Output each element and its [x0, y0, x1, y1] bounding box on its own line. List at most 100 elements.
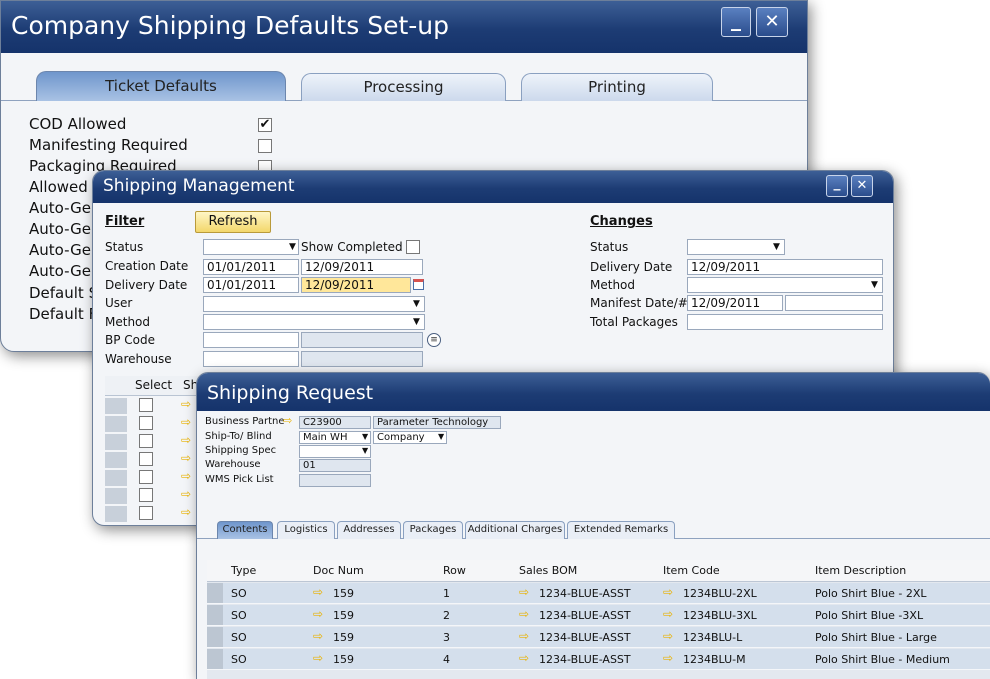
column-header-select[interactable]: Select	[135, 378, 172, 392]
table-row[interactable]: SO ⇨ 159 4 ⇨ 1234-BLUE-ASST ⇨ 1234BLU-M …	[207, 649, 990, 670]
cell-sales-bom: 1234-BLUE-ASST	[539, 653, 631, 666]
delivery-date-to[interactable]: 12/09/2011	[301, 277, 411, 293]
tab-additional-charges[interactable]: Additional Charges	[465, 521, 565, 539]
creation-date-from[interactable]: 01/01/2011	[203, 259, 299, 275]
tab-extended-remarks[interactable]: Extended Remarks	[567, 521, 675, 539]
shipping-spec-select[interactable]	[299, 445, 371, 458]
title-bar[interactable]: Shipping Management _ ✕	[93, 171, 893, 203]
manifesting-required-checkbox[interactable]	[258, 139, 272, 153]
cell-row: 3	[443, 631, 450, 644]
cell-row: 4	[443, 653, 450, 666]
calendar-icon[interactable]	[413, 279, 424, 290]
show-completed-checkbox[interactable]	[406, 240, 420, 254]
filter-heading: Filter	[105, 214, 145, 229]
link-arrow-icon[interactable]: ⇨	[313, 629, 323, 643]
link-arrow-icon[interactable]: ⇨	[283, 414, 292, 427]
link-arrow-icon[interactable]: ⇨	[663, 651, 673, 665]
link-arrow-icon[interactable]: ⇨	[313, 607, 323, 621]
changes-manifest-number[interactable]	[785, 295, 883, 311]
link-arrow-icon[interactable]: ⇨	[181, 451, 191, 465]
table-row[interactable]: SO ⇨ 159 3 ⇨ 1234-BLUE-ASST ⇨ 1234BLU-L …	[207, 627, 990, 648]
creation-date-to[interactable]: 12/09/2011	[301, 259, 423, 275]
link-arrow-icon[interactable]: ⇨	[519, 651, 529, 665]
column-header-type[interactable]: Type	[231, 564, 256, 577]
chevron-down-icon: ▼	[438, 432, 445, 441]
user-select[interactable]	[203, 296, 425, 312]
row-select-checkbox[interactable]	[139, 398, 153, 412]
list-button-icon[interactable]: ≡	[427, 333, 441, 347]
link-arrow-icon[interactable]: ⇨	[313, 651, 323, 665]
tab-printing[interactable]: Printing	[521, 73, 713, 101]
row-select-checkbox[interactable]	[139, 470, 153, 484]
user-label: User	[105, 296, 133, 310]
row-select-checkbox[interactable]	[139, 434, 153, 448]
changes-delivery-date[interactable]: 12/09/2011	[687, 259, 883, 275]
chevron-down-icon: ▼	[289, 242, 296, 252]
ship-to-select[interactable]: Main WH	[299, 431, 371, 444]
tab-addresses[interactable]: Addresses	[337, 521, 401, 539]
status-label: Status	[105, 240, 144, 254]
link-arrow-icon[interactable]: ⇨	[181, 487, 191, 501]
link-arrow-icon[interactable]: ⇨	[519, 629, 529, 643]
warehouse-field[interactable]: 01	[299, 459, 371, 472]
changes-manifest-date[interactable]: 12/09/2011	[687, 295, 783, 311]
tab-packages[interactable]: Packages	[403, 521, 463, 539]
row-select-checkbox[interactable]	[139, 488, 153, 502]
link-arrow-icon[interactable]: ⇨	[519, 585, 529, 599]
tab-contents[interactable]: Contents	[217, 521, 273, 539]
method-select[interactable]	[203, 314, 425, 330]
warehouse-input[interactable]	[203, 351, 299, 367]
link-arrow-icon[interactable]: ⇨	[519, 607, 529, 621]
link-arrow-icon[interactable]: ⇨	[181, 397, 191, 411]
link-arrow-icon[interactable]: ⇨	[181, 505, 191, 519]
link-arrow-icon[interactable]: ⇨	[181, 469, 191, 483]
title-bar[interactable]: Company Shipping Defaults Set-up _ ✕	[1, 1, 807, 53]
default-row-label: Allowed	[29, 178, 88, 196]
cell-item-code: 1234BLU-M	[683, 653, 746, 666]
column-header-item-description[interactable]: Item Description	[815, 564, 906, 577]
column-header-item-code[interactable]: Item Code	[663, 564, 720, 577]
row-select-checkbox[interactable]	[139, 416, 153, 430]
link-arrow-icon[interactable]: ⇨	[663, 607, 673, 621]
column-header-doc-num[interactable]: Doc Num	[313, 564, 364, 577]
tab-processing[interactable]: Processing	[301, 73, 506, 101]
status-select[interactable]	[203, 239, 299, 255]
row-select-checkbox[interactable]	[139, 506, 153, 520]
changes-status-select[interactable]	[687, 239, 785, 255]
changes-total-packages[interactable]	[687, 314, 883, 330]
close-button[interactable]: ✕	[756, 7, 788, 37]
chevron-down-icon: ▼	[773, 242, 780, 252]
cell-row: 1	[443, 587, 450, 600]
close-button[interactable]: ✕	[851, 175, 873, 197]
default-row-label: Auto-Ge	[29, 220, 91, 238]
link-arrow-icon[interactable]: ⇨	[181, 433, 191, 447]
wms-pick-list-label: WMS Pick List	[205, 474, 274, 485]
shipping-request-window: Shipping Request Business Partne ⇨ C2390…	[196, 372, 990, 679]
blind-select[interactable]: Company	[373, 431, 447, 444]
link-arrow-icon[interactable]: ⇨	[181, 415, 191, 429]
delivery-date-from[interactable]: 01/01/2011	[203, 277, 299, 293]
business-partner-code[interactable]: C23900	[299, 416, 371, 429]
default-row-label: Default F	[29, 305, 98, 323]
cell-item-code: 1234BLU-2XL	[683, 587, 757, 600]
column-header-sales-bom[interactable]: Sales BOM	[519, 564, 577, 577]
link-arrow-icon[interactable]: ⇨	[313, 585, 323, 599]
refresh-button[interactable]: Refresh	[195, 211, 271, 233]
row-select-checkbox[interactable]	[139, 452, 153, 466]
link-arrow-icon[interactable]: ⇨	[663, 585, 673, 599]
default-row-label: Auto-Ge	[29, 199, 91, 217]
changes-delivery-label: Delivery Date	[590, 260, 673, 274]
tab-logistics[interactable]: Logistics	[277, 521, 335, 539]
title-bar[interactable]: Shipping Request	[197, 373, 990, 411]
minimize-button[interactable]: _	[826, 175, 848, 197]
changes-heading: Changes	[590, 214, 653, 229]
minimize-button[interactable]: _	[721, 7, 751, 37]
table-row[interactable]: SO ⇨ 159 2 ⇨ 1234-BLUE-ASST ⇨ 1234BLU-3X…	[207, 605, 990, 626]
changes-method-select[interactable]	[687, 277, 883, 293]
table-row[interactable]: SO ⇨ 159 1 ⇨ 1234-BLUE-ASST ⇨ 1234BLU-2X…	[207, 583, 990, 604]
link-arrow-icon[interactable]: ⇨	[663, 629, 673, 643]
cod-allowed-checkbox[interactable]: ✔	[258, 118, 272, 132]
column-header-row[interactable]: Row	[443, 564, 466, 577]
tab-ticket-defaults[interactable]: Ticket Defaults	[36, 71, 286, 101]
bp-code-input[interactable]	[203, 332, 299, 348]
